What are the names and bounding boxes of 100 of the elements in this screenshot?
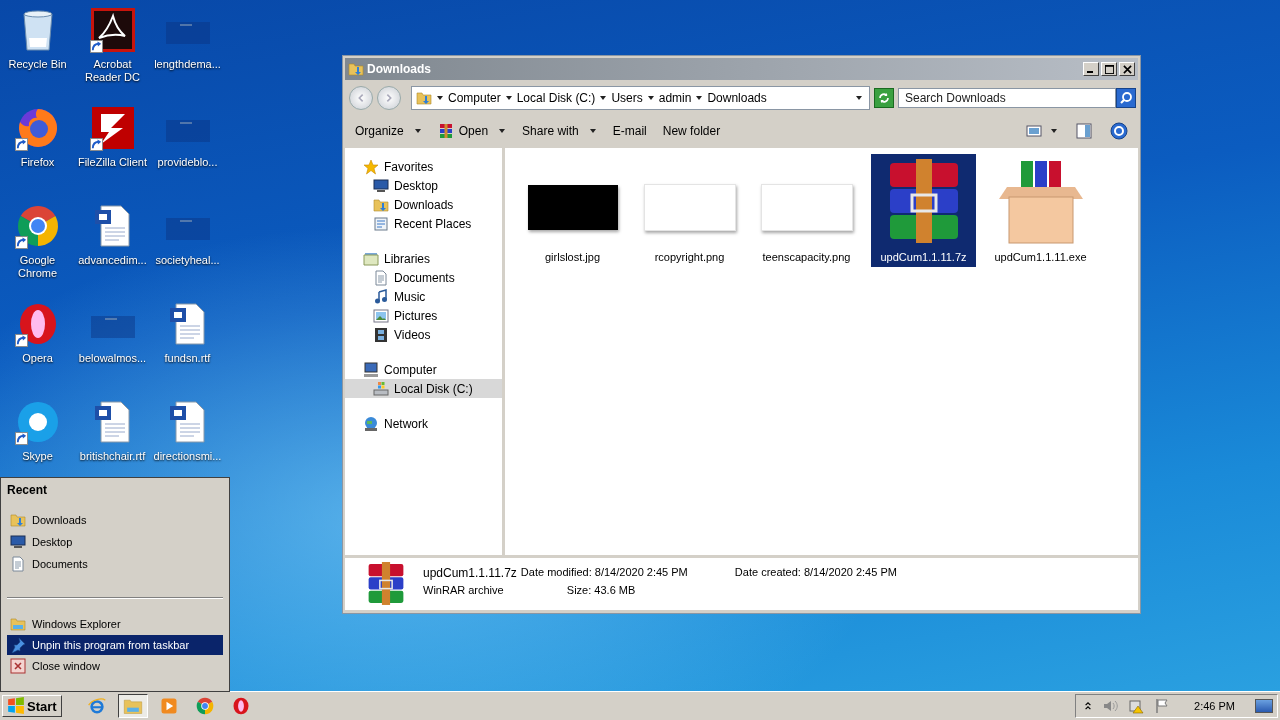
jump-list-item[interactable]: Unpin this program from taskbar xyxy=(7,635,223,655)
jump-list-item[interactable]: Documents xyxy=(7,553,223,575)
globe-icon xyxy=(363,415,379,432)
flag-logo-icon xyxy=(7,697,25,715)
view-icon[interactable] xyxy=(1026,123,1042,139)
close-button[interactable] xyxy=(1119,62,1135,76)
desktop-icon-label[interactable]: FileZilla Client xyxy=(75,156,150,169)
search-field[interactable]: Search Downloads xyxy=(898,88,1116,108)
document-icon xyxy=(10,556,26,572)
desktop-icon-label[interactable]: britishchair.rtf xyxy=(75,450,150,463)
search-icon xyxy=(1119,91,1133,105)
caret-icon[interactable] xyxy=(695,94,704,102)
chevron-up-icon[interactable] xyxy=(1084,700,1093,712)
toolbar-button[interactable]: Organize xyxy=(351,122,426,140)
nav-item[interactable]: Computer xyxy=(345,360,502,379)
address-bar[interactable]: Computer Local Disk (C:) Users admin Downloads xyxy=(411,86,870,110)
date-modified: Date modified: 8/14/2020 2:45 PM xyxy=(520,566,689,580)
caret-icon[interactable] xyxy=(504,94,513,102)
jump-list-item[interactable]: Close window xyxy=(7,655,223,677)
toolbar-button[interactable]: Share with xyxy=(518,122,601,140)
taskbar-button[interactable] xyxy=(117,694,148,718)
file-size: Size: 43.6 MB xyxy=(565,584,637,598)
jump-list-item[interactable]: Downloads xyxy=(7,509,223,531)
start-button[interactable]: Start xyxy=(2,695,62,717)
desktop-icon-label[interactable]: Skype xyxy=(0,450,75,463)
refresh-button[interactable] xyxy=(874,88,894,108)
jump-list-item[interactable]: Windows Explorer xyxy=(7,613,223,635)
nav-item[interactable]: Documents xyxy=(345,268,502,287)
desktop-icon-label[interactable]: Opera xyxy=(0,352,75,365)
nav-item-label: Pictures xyxy=(394,308,438,323)
drive-icon xyxy=(373,380,389,397)
monitor-icon xyxy=(10,534,26,550)
nav-item[interactable]: Pictures xyxy=(345,306,502,325)
flag-icon[interactable] xyxy=(1154,698,1171,714)
caret-icon[interactable] xyxy=(646,94,655,102)
desktop-icon-label[interactable]: provideblo... xyxy=(150,156,225,169)
breadcrumb-item[interactable]: Users xyxy=(611,91,643,105)
nav-item[interactable]: Libraries xyxy=(345,249,502,268)
date-created: Date created: 8/14/2020 2:45 PM xyxy=(734,566,897,580)
caret-icon[interactable] xyxy=(1050,127,1058,135)
film-icon xyxy=(373,326,389,343)
jump-list-label: Documents xyxy=(32,558,88,570)
help-icon[interactable] xyxy=(1110,122,1128,140)
nav-item[interactable]: Network xyxy=(345,414,502,433)
nav-item[interactable]: Favorites xyxy=(345,157,502,176)
caret-icon[interactable] xyxy=(436,94,444,102)
toolbar-button[interactable]: E-mail xyxy=(608,122,651,140)
nav-item[interactable]: Videos xyxy=(345,325,502,344)
refresh-icon xyxy=(878,92,890,104)
swirl-logo-icon[interactable] xyxy=(88,6,137,54)
file-item[interactable]: girlslost.jpg xyxy=(520,154,625,267)
desktop-icon-label[interactable]: fundsn.rtf xyxy=(150,352,225,365)
toolbar-button[interactable]: New folder xyxy=(658,122,725,140)
nav-item[interactable]: Recent Places xyxy=(345,214,502,233)
nav-item[interactable]: Desktop xyxy=(345,176,502,195)
close-icon xyxy=(1122,64,1132,74)
caret-icon[interactable] xyxy=(599,94,608,102)
minimize-button[interactable] xyxy=(1083,62,1099,76)
desktop-icon-label[interactable]: Firefox xyxy=(0,156,75,169)
nav-item-label: Music xyxy=(394,289,426,304)
desktop-icon-label[interactable]: Acrobat Reader DC xyxy=(75,58,150,84)
jump-list-item[interactable]: Desktop xyxy=(7,531,223,553)
desktop-icon-label[interactable]: Google Chrome xyxy=(0,254,75,280)
file-item[interactable]: rcopyright.png xyxy=(637,154,742,267)
close-icon xyxy=(10,658,26,674)
breadcrumb-item[interactable]: admin xyxy=(658,91,692,105)
desktop-icon-label[interactable]: belowalmos... xyxy=(75,352,150,365)
desktop-icon-label[interactable]: advancedim... xyxy=(75,254,150,267)
image-icon xyxy=(373,307,389,324)
nav-item-label: Desktop xyxy=(394,178,439,193)
jump-list-label: Close window xyxy=(32,660,100,672)
breadcrumb-item[interactable]: Computer xyxy=(448,91,501,105)
file-name: rcopyright.png xyxy=(654,251,725,263)
show-desktop-button[interactable] xyxy=(1255,699,1273,713)
browser-icon xyxy=(86,696,107,716)
nav-item-label: Documents xyxy=(394,270,455,285)
maximize-button[interactable] xyxy=(1101,62,1117,76)
jump-list-heading: Recent xyxy=(7,483,48,497)
desktop-icon-label[interactable]: Recycle Bin xyxy=(0,58,75,71)
maximize-icon xyxy=(1104,64,1114,74)
clock[interactable]: 2:46 PM xyxy=(1194,700,1235,712)
toolbar-button[interactable]: Open xyxy=(433,121,511,141)
jump-list-label: Desktop xyxy=(32,536,73,548)
file-item[interactable]: updCum1.1.11.7z xyxy=(871,154,976,267)
breadcrumb-item[interactable]: Downloads xyxy=(707,91,767,105)
file-name: girlslost.jpg xyxy=(545,251,600,263)
file-item[interactable]: teenscapacity.png xyxy=(754,154,859,267)
archive-books-icon xyxy=(437,123,454,139)
breadcrumb-item[interactable]: Local Disk (C:) xyxy=(516,91,596,105)
nav-item[interactable]: Downloads xyxy=(345,195,502,214)
pin-icon xyxy=(10,637,26,653)
caret-icon[interactable] xyxy=(855,94,863,102)
preview-pane-icon[interactable] xyxy=(1076,123,1092,139)
nav-item[interactable]: Music xyxy=(345,287,502,306)
desktop-icon-label[interactable]: societyheal... xyxy=(150,254,225,267)
nav-item-label: Favorites xyxy=(384,159,434,174)
file-item[interactable]: updCum1.1.11.exe xyxy=(988,154,1093,267)
desktop-icon-label[interactable]: lengthdema... xyxy=(150,58,225,71)
nav-item[interactable]: Local Disk (C:) xyxy=(345,379,502,398)
search-button[interactable] xyxy=(1116,88,1136,108)
